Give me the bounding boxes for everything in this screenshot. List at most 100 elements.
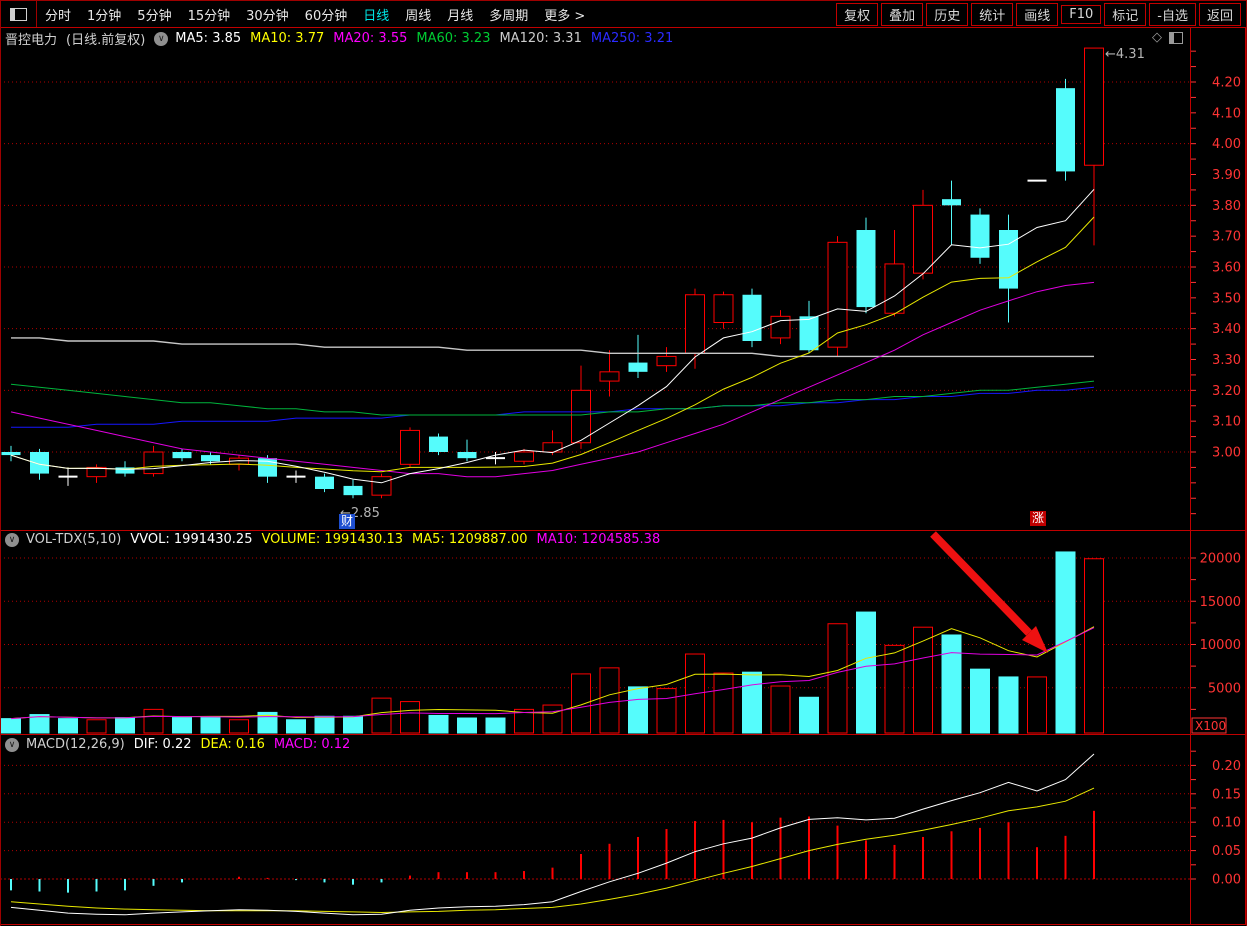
cai-marker-badge[interactable]: 财 bbox=[339, 514, 355, 529]
volume-bar[interactable] bbox=[115, 717, 135, 734]
volume-value-labels: VVOL: 1991430.25 VOLUME: 1991430.13 MA5: 1… bbox=[130, 532, 669, 547]
panel-window-icon[interactable] bbox=[1169, 31, 1183, 44]
volume-bar[interactable] bbox=[200, 717, 221, 734]
toolbar-button[interactable]: F10 bbox=[1061, 4, 1102, 24]
candlestick[interactable] bbox=[942, 180, 961, 246]
volume-bar[interactable] bbox=[856, 611, 876, 734]
period-tab[interactable]: 月线 bbox=[447, 5, 473, 24]
zhang-marker-badge[interactable]: 涨 bbox=[1030, 511, 1046, 526]
volume-bar[interactable] bbox=[229, 719, 249, 734]
volume-bar[interactable] bbox=[58, 718, 78, 734]
candlestick[interactable] bbox=[628, 334, 648, 378]
volume-bar[interactable] bbox=[542, 704, 563, 734]
candlestick[interactable] bbox=[1056, 78, 1075, 181]
volume-bar[interactable] bbox=[143, 708, 164, 734]
toolbar-button[interactable]: 复权 bbox=[836, 2, 879, 26]
candlestick[interactable] bbox=[315, 473, 334, 493]
volume-bar[interactable] bbox=[314, 715, 335, 734]
period-tab[interactable]: 1分钟 bbox=[87, 5, 121, 24]
volume-bar[interactable] bbox=[742, 671, 762, 734]
candlestick[interactable] bbox=[913, 189, 933, 280]
candlestick[interactable] bbox=[1, 445, 21, 462]
volume-bar[interactable] bbox=[628, 686, 648, 734]
volume-bar[interactable] bbox=[86, 719, 107, 734]
volume-bar[interactable] bbox=[827, 623, 848, 734]
period-tab[interactable]: 日线 bbox=[363, 5, 389, 24]
volume-bar[interactable] bbox=[343, 715, 363, 734]
volume-bar[interactable] bbox=[656, 688, 677, 734]
candlestick[interactable] bbox=[1084, 47, 1104, 246]
candlestick[interactable] bbox=[371, 473, 392, 499]
volume-unit-label: X100 bbox=[1195, 719, 1226, 733]
volume-bar[interactable] bbox=[799, 696, 819, 734]
candlestick[interactable] bbox=[884, 229, 905, 317]
volume-bar[interactable] bbox=[1084, 558, 1104, 734]
period-tab[interactable]: 更多 > bbox=[544, 5, 585, 24]
volume-bar[interactable] bbox=[941, 634, 962, 734]
period-toolbar: 分时 1分钟 5分钟 15分钟 30分钟 60分钟 日线 周线 月线 多周期 更多 > 复权 叠加 历史… bbox=[0, 0, 1247, 27]
candlestick[interactable] bbox=[999, 214, 1018, 323]
volume-bar[interactable] bbox=[371, 697, 392, 734]
volume-bar[interactable] bbox=[1027, 676, 1047, 734]
volume-bar[interactable] bbox=[571, 673, 591, 734]
volume-bar[interactable] bbox=[599, 667, 620, 734]
toolbar-button[interactable]: 画线 bbox=[1016, 2, 1059, 26]
macd-axis-label: 0.10 bbox=[1212, 816, 1241, 831]
chart-canvas[interactable]: 4.20 4.10 4.00 3.90 3.80 3.70 3.60 3.50 3.40 3.30… bbox=[0, 27, 1247, 926]
volume-bar[interactable] bbox=[400, 701, 420, 734]
toolbar-button[interactable]: 标记 bbox=[1104, 2, 1147, 26]
panel-corner-icons: ◇ bbox=[1152, 30, 1183, 45]
candlestick[interactable] bbox=[343, 479, 363, 499]
candlestick[interactable] bbox=[400, 427, 420, 468]
period-tab[interactable]: 多周期 bbox=[489, 5, 528, 24]
volume-bar[interactable] bbox=[286, 719, 306, 734]
price-axis-label: 3.40 bbox=[1212, 322, 1241, 337]
candlestick[interactable] bbox=[742, 288, 762, 348]
candlestick[interactable] bbox=[599, 350, 620, 397]
candlestick[interactable] bbox=[856, 217, 876, 314]
volume-bar[interactable] bbox=[713, 672, 734, 734]
toolbar-button[interactable]: 历史 bbox=[926, 2, 969, 26]
diamond-icon[interactable]: ◇ bbox=[1152, 30, 1162, 45]
candlestick[interactable] bbox=[799, 300, 819, 354]
period-tab[interactable]: 5分钟 bbox=[137, 5, 171, 24]
candlestick[interactable] bbox=[172, 448, 192, 462]
volume-bar[interactable] bbox=[884, 644, 905, 734]
collapse-chevron-icon[interactable]: ∨ bbox=[154, 31, 169, 46]
candlestick[interactable] bbox=[970, 208, 990, 264]
toolbar-button[interactable]: -自选 bbox=[1149, 2, 1196, 26]
candlestick[interactable] bbox=[429, 433, 448, 456]
volume-bar[interactable] bbox=[913, 626, 933, 734]
toolbar-button[interactable]: 返回 bbox=[1198, 2, 1241, 26]
toolbar-button[interactable]: 统计 bbox=[971, 2, 1014, 26]
volume-bar[interactable] bbox=[998, 676, 1019, 734]
candlestick[interactable] bbox=[713, 291, 734, 329]
volume-bar[interactable] bbox=[485, 717, 506, 734]
toolbar-button[interactable]: 叠加 bbox=[881, 2, 924, 26]
candlestick[interactable] bbox=[143, 445, 164, 477]
candlestick[interactable] bbox=[86, 464, 107, 483]
period-tab[interactable]: 分时 bbox=[45, 5, 71, 24]
collapse-chevron-icon[interactable]: ∨ bbox=[5, 532, 19, 547]
candlestick[interactable] bbox=[656, 347, 677, 372]
period-tab[interactable]: 15分钟 bbox=[188, 5, 231, 24]
candlestick[interactable] bbox=[542, 430, 563, 456]
price-axis-label: 3.10 bbox=[1212, 415, 1241, 430]
candlestick[interactable] bbox=[286, 470, 306, 483]
volume-bar[interactable] bbox=[770, 685, 791, 734]
volume-bar[interactable] bbox=[172, 717, 192, 734]
candlestick[interactable] bbox=[58, 467, 78, 486]
candlestick[interactable] bbox=[827, 236, 848, 357]
period-tab[interactable]: 30分钟 bbox=[246, 5, 289, 24]
volume-bar[interactable] bbox=[1, 718, 21, 734]
volume-bar[interactable] bbox=[457, 717, 477, 734]
volume-bar[interactable] bbox=[970, 668, 990, 734]
period-tab[interactable]: 60分钟 bbox=[305, 5, 348, 24]
candlestick[interactable] bbox=[457, 439, 477, 462]
candlestick[interactable] bbox=[770, 310, 791, 345]
candlestick[interactable] bbox=[229, 455, 249, 471]
volume-bar[interactable] bbox=[428, 714, 449, 734]
collapse-chevron-icon[interactable]: ∨ bbox=[5, 737, 19, 752]
period-tab[interactable]: 周线 bbox=[405, 5, 431, 24]
layout-icon[interactable] bbox=[10, 7, 27, 21]
